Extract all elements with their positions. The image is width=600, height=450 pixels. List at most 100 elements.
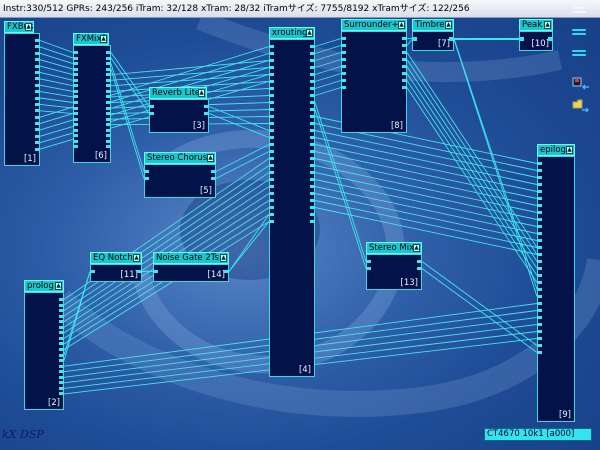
module-body[interactable]: [2]: [24, 292, 64, 410]
input-pin[interactable]: [73, 62, 78, 66]
input-pin[interactable]: [537, 253, 542, 256]
output-pin[interactable]: [35, 122, 40, 126]
input-pin[interactable]: [73, 67, 78, 71]
input-pin[interactable]: [537, 267, 542, 270]
input-pin[interactable]: [269, 150, 274, 153]
output-pin[interactable]: [310, 206, 315, 209]
output-pin[interactable]: [35, 70, 40, 74]
output-pin[interactable]: [35, 115, 40, 119]
output-pin[interactable]: [310, 157, 315, 160]
input-pin[interactable]: [537, 309, 542, 312]
output-pin[interactable]: [59, 375, 64, 379]
output-pin[interactable]: [310, 73, 315, 76]
input-pin[interactable]: [90, 270, 95, 273]
module-body[interactable]: [7]: [412, 31, 454, 51]
input-pin[interactable]: [269, 73, 274, 76]
input-pin[interactable]: [269, 192, 274, 195]
output-pin[interactable]: [59, 303, 64, 307]
module-menu-button[interactable]: ▲: [25, 23, 32, 31]
input-pin[interactable]: [366, 260, 371, 263]
output-pin[interactable]: [35, 64, 40, 68]
output-pin[interactable]: [59, 342, 64, 346]
output-pin[interactable]: [449, 38, 454, 41]
input-pin[interactable]: [537, 197, 542, 200]
input-pin[interactable]: [73, 95, 78, 99]
output-pin[interactable]: [106, 128, 111, 132]
output-pin[interactable]: [402, 37, 407, 40]
input-pin[interactable]: [537, 190, 542, 193]
input-pin[interactable]: [537, 316, 542, 319]
module-menu-button[interactable]: ▲: [100, 35, 107, 43]
input-pin[interactable]: [144, 177, 149, 180]
input-pin[interactable]: [412, 38, 417, 41]
output-pin[interactable]: [310, 220, 315, 223]
module-title[interactable]: Noise Gate 2Ts ▲: [153, 252, 229, 264]
output-pin[interactable]: [402, 58, 407, 61]
output-pin[interactable]: [59, 298, 64, 301]
module-stereo-chorus[interactable]: Stereo Chorus ▲ [5]: [144, 152, 216, 198]
output-pin[interactable]: [310, 199, 315, 202]
output-pin[interactable]: [59, 314, 64, 318]
module-fxbus[interactable]: FXBus ▲ [1]: [4, 21, 40, 166]
output-pin[interactable]: [59, 392, 64, 396]
module-body[interactable]: [9]: [537, 156, 575, 422]
output-pin[interactable]: [59, 386, 64, 390]
input-pin[interactable]: [73, 106, 78, 110]
output-pin[interactable]: [35, 134, 40, 138]
input-pin[interactable]: [269, 171, 274, 174]
input-pin[interactable]: [537, 274, 542, 277]
module-eq-notch[interactable]: EQ Notch ▲ [11]: [90, 252, 142, 282]
input-pin[interactable]: [341, 79, 346, 82]
module-body[interactable]: [4]: [269, 39, 315, 377]
input-pin[interactable]: [269, 213, 274, 216]
module-body[interactable]: [5]: [144, 164, 216, 198]
input-pin[interactable]: [537, 281, 542, 284]
output-pin[interactable]: [310, 164, 315, 167]
output-pin[interactable]: [106, 84, 111, 88]
input-pin[interactable]: [537, 239, 542, 242]
output-pin[interactable]: [35, 102, 40, 106]
output-pin[interactable]: [35, 96, 40, 100]
output-pin[interactable]: [106, 62, 111, 66]
input-pin[interactable]: [269, 129, 274, 132]
module-body[interactable]: [14]: [153, 264, 229, 282]
module-menu-button[interactable]: ▲: [133, 254, 140, 262]
module-menu-button[interactable]: ▲: [566, 146, 573, 154]
output-pin[interactable]: [310, 101, 315, 104]
output-pin[interactable]: [310, 136, 315, 139]
module-title[interactable]: EQ Notch ▲: [90, 252, 142, 264]
module-menu-button[interactable]: ▲: [55, 282, 62, 290]
output-pin[interactable]: [211, 170, 216, 173]
output-pin[interactable]: [35, 141, 40, 145]
input-pin[interactable]: [149, 105, 154, 108]
module-fxmix2[interactable]: FXMix2 ▲ [6]: [73, 33, 111, 163]
module-title[interactable]: epilog ▲: [537, 144, 575, 156]
module-title[interactable]: Surrounder+ ▲: [341, 19, 407, 31]
output-pin[interactable]: [59, 353, 64, 357]
input-pin[interactable]: [73, 73, 78, 77]
output-pin[interactable]: [59, 370, 64, 374]
input-pin[interactable]: [269, 122, 274, 125]
output-pin[interactable]: [35, 128, 40, 132]
output-pin[interactable]: [35, 58, 40, 62]
input-pin[interactable]: [269, 157, 274, 160]
output-pin[interactable]: [310, 45, 315, 48]
output-pin[interactable]: [402, 86, 407, 89]
module-body[interactable]: [10]: [519, 31, 553, 51]
output-pin[interactable]: [310, 80, 315, 83]
output-pin[interactable]: [310, 178, 315, 181]
output-pin[interactable]: [310, 52, 315, 55]
input-pin[interactable]: [269, 178, 274, 181]
output-pin[interactable]: [548, 38, 553, 41]
output-pin[interactable]: [106, 117, 111, 121]
module-reverb-lite[interactable]: Reverb Lite ▲ [3]: [149, 87, 209, 133]
menu-icon[interactable]: [572, 7, 586, 16]
load-preset-icon[interactable]: [572, 76, 590, 90]
input-pin[interactable]: [537, 330, 542, 333]
input-pin[interactable]: [73, 84, 78, 88]
input-pin[interactable]: [341, 37, 346, 40]
output-pin[interactable]: [402, 65, 407, 68]
input-pin[interactable]: [537, 337, 542, 340]
output-pin[interactable]: [106, 56, 111, 60]
input-pin[interactable]: [537, 176, 542, 179]
